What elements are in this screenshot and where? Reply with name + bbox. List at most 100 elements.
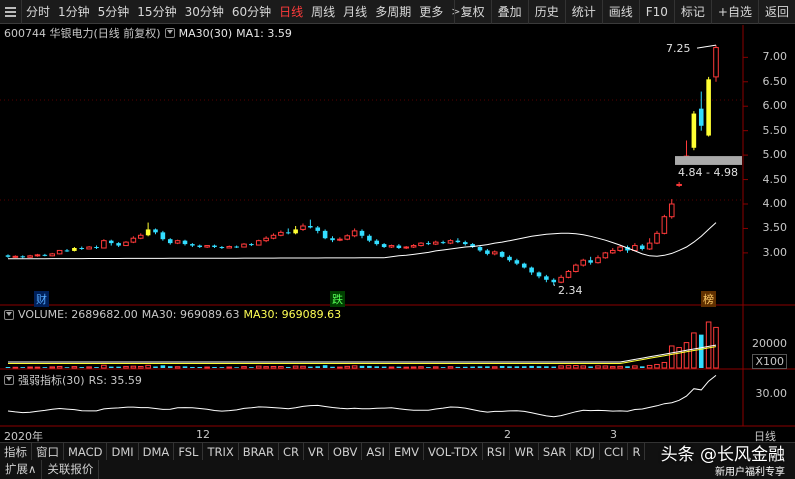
volume-bar — [174, 366, 181, 369]
volume-bar — [654, 363, 660, 369]
indicator-tab[interactable]: TRIX — [203, 443, 239, 460]
candle-body — [241, 243, 247, 248]
volume-bar — [204, 366, 210, 369]
candle-body — [698, 108, 704, 126]
indicator-tab[interactable]: 指标 — [0, 443, 32, 460]
marker-bang[interactable]: 榜 — [701, 291, 716, 307]
marker-die[interactable]: 跌 — [330, 291, 345, 307]
candle-body — [410, 245, 417, 248]
indicator-tab[interactable]: CCI — [600, 443, 629, 460]
volume-bar — [418, 366, 424, 369]
marker-cai[interactable]: 财 — [34, 291, 49, 307]
indicator-tab[interactable]: FSL — [174, 443, 204, 460]
candle-body — [5, 255, 11, 257]
price-tick-label: 6.00 — [762, 99, 788, 113]
volume-bar — [432, 366, 439, 369]
indicator-tab[interactable]: CR — [279, 443, 305, 460]
range-annotation: 4.84 - 4.98 — [678, 166, 738, 179]
volume-bar — [499, 365, 505, 368]
related-quotes-button[interactable]: 关联报价 — [42, 460, 100, 479]
indicator-tab[interactable]: SAR — [539, 443, 572, 460]
indicator-tab[interactable]: RSI — [483, 443, 511, 460]
volume-bar — [344, 365, 351, 369]
candle-body — [285, 232, 291, 234]
volume-bar — [270, 366, 277, 369]
volume-bar — [485, 366, 490, 368]
candle-body — [396, 245, 402, 248]
low-annotation: 2.34 — [558, 284, 583, 297]
volume-bar — [646, 364, 653, 369]
volume-bar — [676, 347, 682, 369]
volume-bar — [337, 366, 343, 369]
volume-bar — [315, 366, 321, 368]
candle-body — [676, 183, 682, 186]
candle-body — [101, 240, 107, 249]
candle-body — [462, 242, 468, 245]
volume-bar — [588, 366, 593, 368]
volume-bar — [330, 366, 335, 368]
indicator-tab[interactable]: DMI — [107, 443, 139, 460]
volume-bar — [167, 366, 173, 368]
volume-bar — [300, 365, 306, 369]
date-dec: 12 — [196, 428, 210, 441]
price-tick-label: 5.00 — [762, 148, 788, 162]
candle-body — [27, 255, 33, 258]
candle-body — [344, 235, 351, 240]
volume-bar — [381, 366, 387, 368]
price-tick-label: 4.00 — [762, 197, 788, 210]
indicator-tab[interactable]: WR — [510, 443, 539, 460]
candle-body — [167, 239, 173, 244]
volume-bar — [123, 365, 129, 369]
indicator-tab[interactable]: R — [628, 443, 646, 460]
volume-bar — [20, 367, 26, 368]
volume-bar — [668, 345, 675, 369]
candle-body — [12, 255, 19, 258]
volume-bar — [551, 366, 557, 368]
volume-bar — [212, 366, 217, 368]
candle-body — [668, 203, 675, 218]
indicator-tab[interactable]: VR — [304, 443, 329, 460]
expand-button[interactable]: 扩展∧ — [0, 460, 43, 479]
candle-body — [94, 247, 99, 249]
candle-body — [79, 248, 85, 249]
candle-body — [351, 230, 358, 237]
indicator-tab[interactable]: VOL-TDX — [424, 443, 483, 460]
volume-bar — [49, 366, 56, 369]
candle-body — [108, 240, 114, 244]
candle-body — [359, 230, 365, 236]
indicator-tab[interactable]: DMA — [139, 443, 175, 460]
volume-bar — [625, 366, 630, 368]
indicator-tab[interactable]: KDJ — [571, 443, 601, 460]
volume-bar — [396, 366, 402, 368]
candle-body — [226, 246, 233, 249]
volume-bar — [661, 361, 668, 369]
indicator-tab[interactable]: MACD — [64, 443, 108, 460]
date-feb: 2 — [504, 428, 511, 441]
candle-body — [602, 252, 609, 259]
indicator-tab[interactable]: BRAR — [239, 443, 280, 460]
candle-body — [160, 232, 166, 240]
candle-body — [551, 279, 557, 283]
volume-bar — [529, 365, 534, 368]
candle-body — [42, 254, 48, 256]
candle-body — [507, 256, 512, 261]
indicator-tab[interactable]: EMV — [390, 443, 424, 460]
indicator-tab[interactable]: 窗口 — [32, 443, 64, 460]
price-tick-label: 5.50 — [762, 123, 788, 137]
volume-bar — [226, 366, 233, 369]
volume-bar — [713, 326, 719, 369]
candle-body — [595, 257, 601, 264]
candle-body — [49, 253, 56, 257]
high-leader — [696, 44, 717, 49]
candle-body — [544, 276, 549, 280]
volume-bar — [683, 342, 690, 369]
volume-bar — [595, 365, 601, 369]
candle-body — [255, 240, 262, 246]
indicator-tab[interactable]: OBV — [329, 443, 363, 460]
volume-bar — [137, 366, 144, 369]
indicator-tab[interactable]: ASI — [362, 443, 390, 460]
volume-bar — [440, 367, 446, 368]
candle-body — [145, 229, 151, 236]
candle-body — [529, 267, 534, 273]
stock-chart[interactable] — [0, 0, 795, 479]
